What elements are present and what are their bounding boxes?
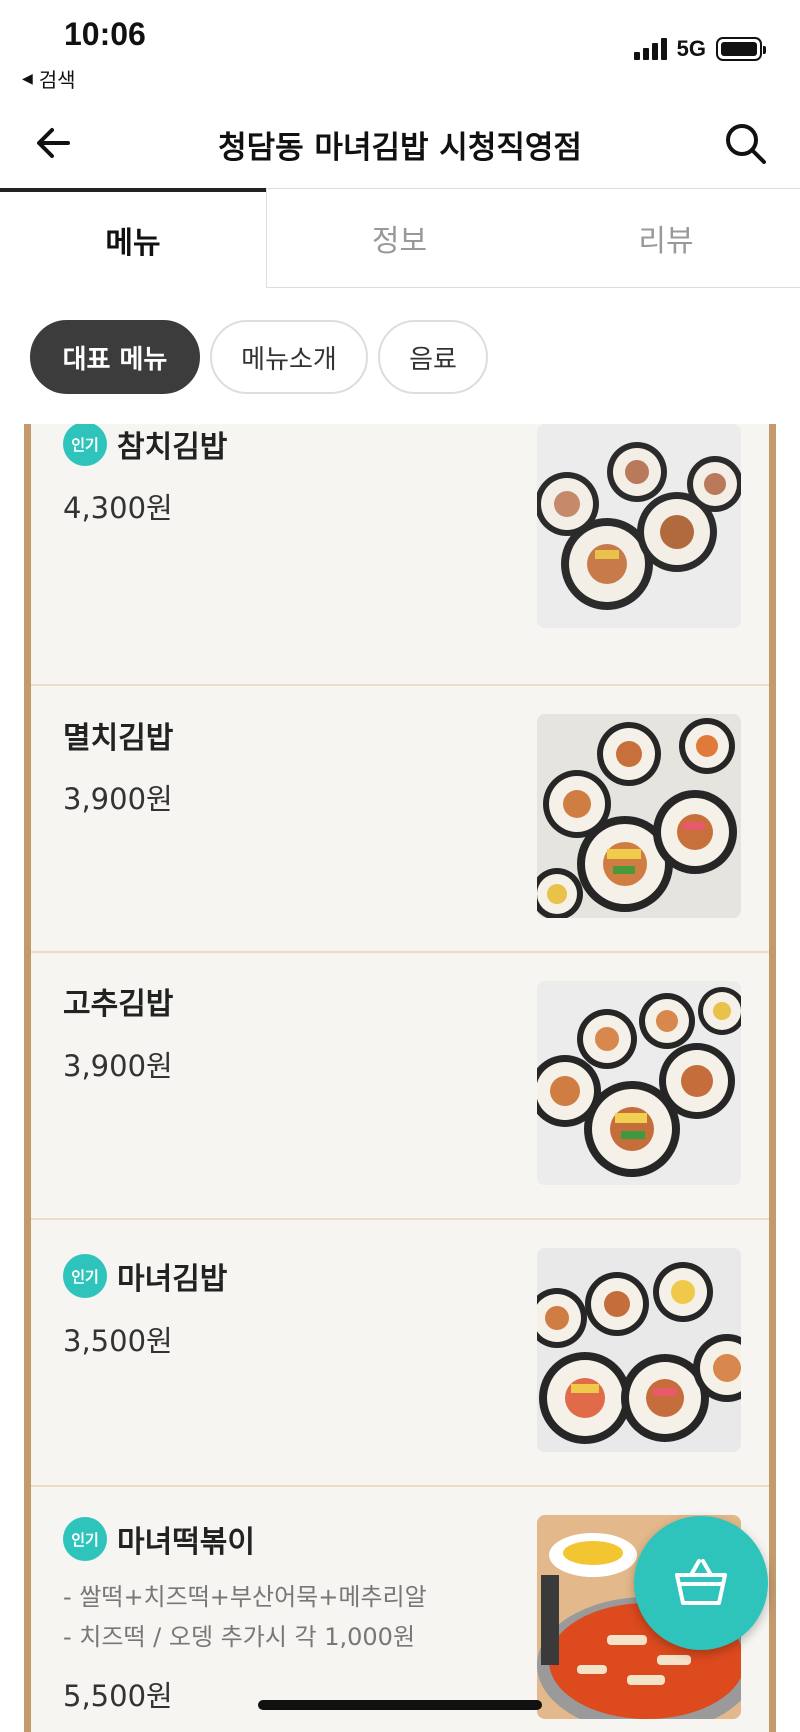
menu-item-price: 3,900원 [63,782,173,816]
home-indicator [258,1700,542,1710]
menu-item-price: 4,300원 [63,491,173,525]
status-indicators: 5G [633,36,766,62]
menu-item-description: - 쌀떡+치즈떡+부산어묵+메추리알 - 치즈떡 / 오뎅 추가시 각 1,00… [63,1577,427,1657]
category-chips: 대표 메뉴 메뉴소개 음료 [30,320,488,394]
search-button[interactable] [720,118,772,170]
back-app-label: 검색 [38,68,76,92]
popular-badge: 인기 [63,1254,107,1298]
signal-icon [633,38,667,60]
popular-badge: 인기 [63,424,107,466]
menu-item-name: 마녀김밥 [117,1262,228,1297]
cart-button[interactable] [634,1516,768,1650]
menu-item-photo [537,981,741,1185]
tab-info[interactable]: 정보 [266,188,532,288]
menu-item-name: 고추김밥 [63,987,174,1022]
tab-menu[interactable]: 메뉴 [0,188,266,288]
tab-reviews[interactable]: 리뷰 [532,188,800,288]
menu-item[interactable]: 인기 참치김밥 4,300원 [31,424,769,686]
menu-item-price: 3,900원 [63,1049,173,1083]
menu-item[interactable]: 인기 마녀김밥 3,500원 [31,1220,769,1487]
menu-item-photo [537,424,741,628]
menu-item-name: 멸치김밥 [63,721,174,756]
basket-icon [675,1559,727,1605]
back-triangle-icon: ◀ [22,70,33,87]
tab-bar: 메뉴 정보 리뷰 [0,188,800,288]
page-title: 청담동 마녀김밥 시청직영점 [218,130,582,166]
menu-item-name: 참치김밥 [117,430,228,465]
menu-item-description-line: - 치즈떡 / 오뎅 추가시 각 1,000원 [63,1623,416,1651]
menu-item[interactable]: 멸치김밥 3,900원 [31,686,769,953]
status-time: 10:06 [64,16,146,52]
menu-item-price: 3,500원 [63,1324,173,1358]
app-header: 청담동 마녀김밥 시청직영점 [0,100,800,188]
network-label: 5G [676,36,706,61]
menu-item-photo [537,1248,741,1452]
menu-item[interactable]: 고추김밥 3,900원 [31,953,769,1220]
chip-menu-intro[interactable]: 메뉴소개 [210,320,368,394]
popular-badge: 인기 [63,1517,107,1561]
menu-item-description-line: - 쌀떡+치즈떡+부산어묵+메추리알 [63,1583,427,1611]
menu-item-name: 마녀떡볶이 [117,1525,255,1560]
battery-icon [716,37,766,61]
menu-item-price: 5,500원 [63,1679,173,1713]
back-to-app-link[interactable]: ◀ 검색 [22,64,76,93]
menu-item-photo [537,714,741,918]
search-icon [726,124,766,164]
status-bar: 10:06 ◀ 검색 5G [0,0,800,100]
chip-signature-menu[interactable]: 대표 메뉴 [30,320,200,394]
chip-drinks[interactable]: 음료 [378,320,488,394]
